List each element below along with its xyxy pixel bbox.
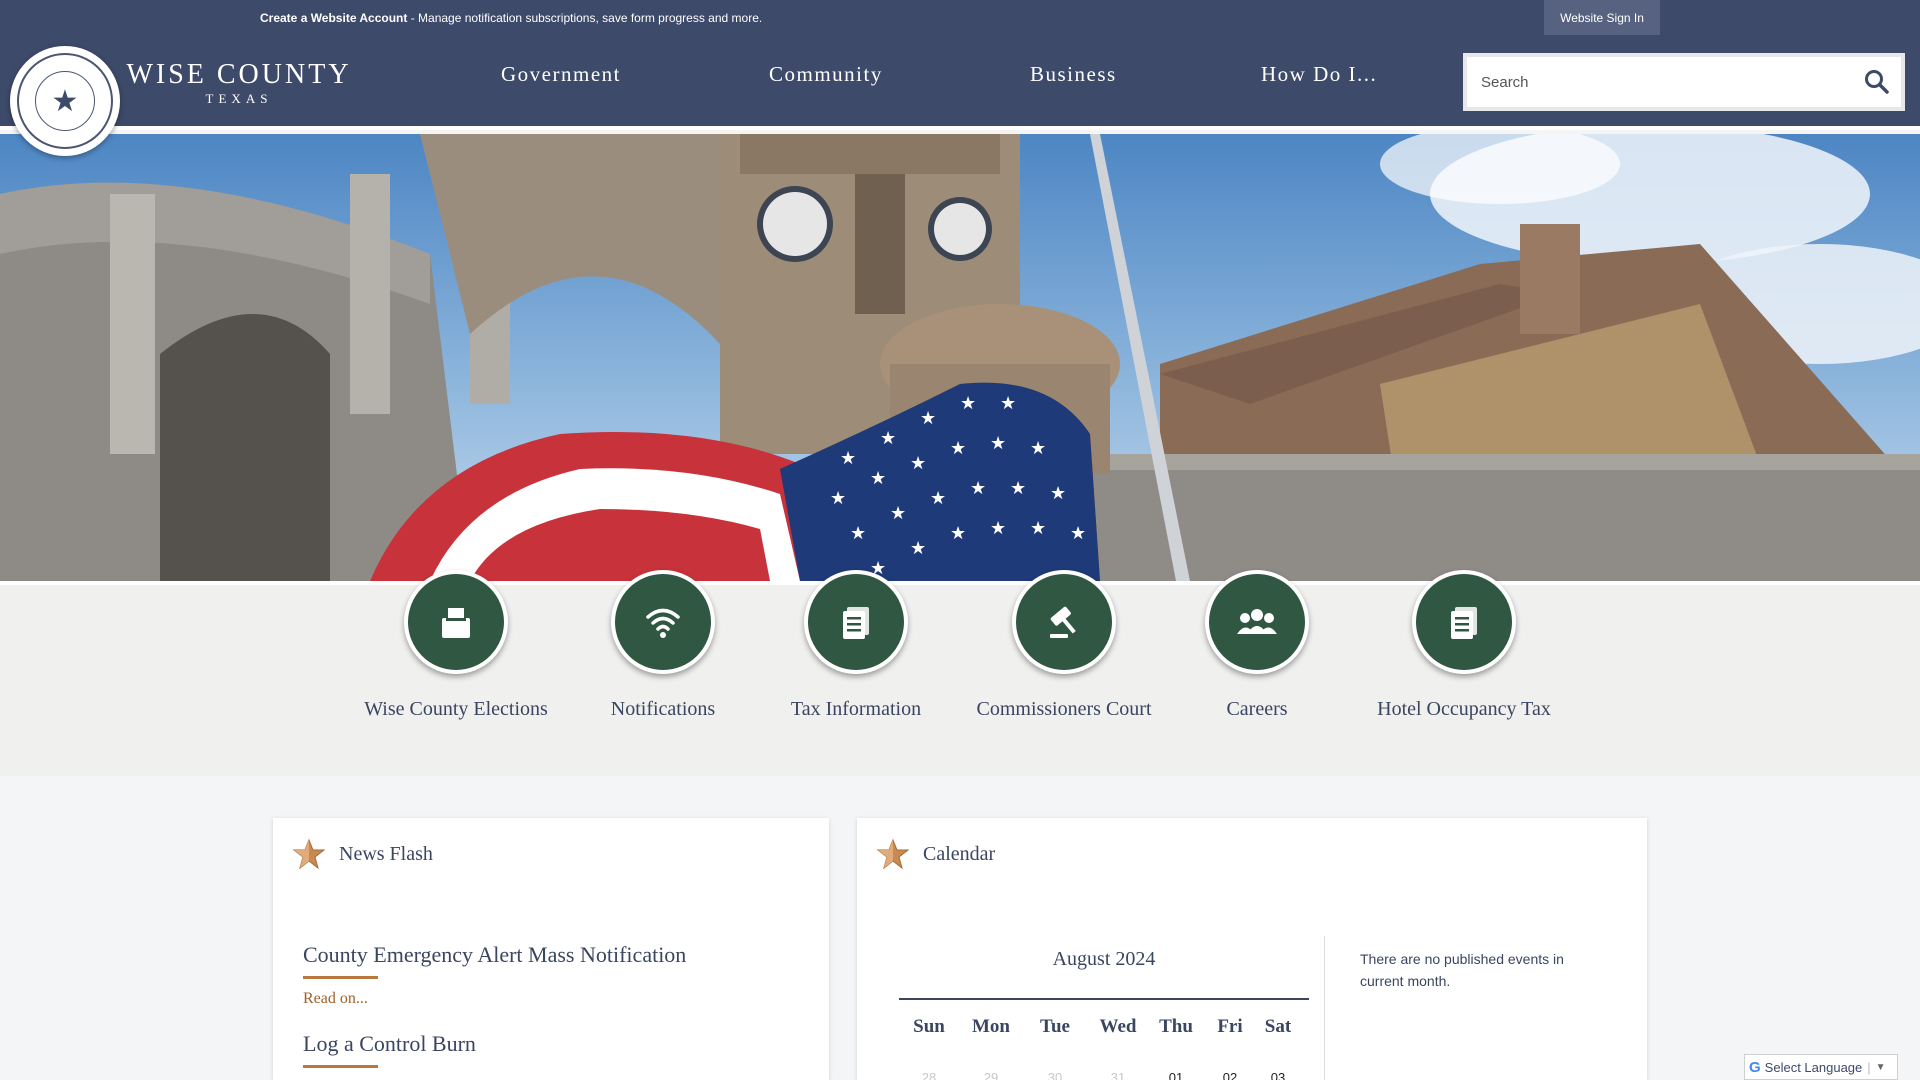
quick-link-label: Hotel Occupancy Tax	[1377, 698, 1551, 720]
quick-link-elections[interactable]: Wise County Elections	[356, 570, 556, 721]
calendar-day-headers: Sun Mon Tue Wed Thu Fri Sat	[899, 1016, 1309, 1040]
calendar-day-prev-month[interactable]: 28	[909, 1070, 949, 1080]
svg-text:★: ★	[880, 428, 896, 448]
wifi-icon	[611, 570, 715, 674]
svg-text:★: ★	[990, 518, 1006, 538]
svg-text:★: ★	[1050, 483, 1066, 503]
quick-link-tax-information[interactable]: Tax Information	[756, 570, 956, 721]
svg-text:★: ★	[1070, 523, 1086, 543]
calendar-day-prev-month[interactable]: 30	[1035, 1070, 1075, 1080]
svg-text:★: ★	[1010, 478, 1026, 498]
calendar-header: Calendar	[877, 838, 995, 870]
star-icon	[293, 838, 325, 870]
nav-how-do-i[interactable]: How Do I...	[1261, 62, 1377, 87]
google-icon: G	[1749, 1058, 1761, 1076]
utility-bar: Create a Website Account - Manage notifi…	[0, 0, 1920, 35]
svg-text:★: ★	[850, 523, 866, 543]
document-icon	[1412, 570, 1516, 674]
quick-link-careers[interactable]: Careers	[1157, 570, 1357, 721]
courthouse-flag-illustration: ★★★★ ★ ★★★★ ★ ★ ★★★ ★ ★ ★ ★★★ ★ ★ ★	[0, 134, 1920, 581]
language-selector[interactable]: G Select Language | ▼	[1744, 1054, 1898, 1080]
svg-text:★: ★	[1030, 438, 1046, 458]
news-item-underline	[303, 976, 378, 979]
calendar-day-prev-month[interactable]: 29	[971, 1070, 1011, 1080]
star-icon: ★	[35, 71, 95, 131]
search-icon[interactable]	[1853, 58, 1901, 106]
seal-outer-ring: ★	[17, 53, 113, 149]
calendar-day[interactable]: 01	[1156, 1070, 1196, 1080]
news-item-title[interactable]: Log a Control Burn	[303, 1031, 476, 1057]
news-flash-title: News Flash	[339, 842, 433, 865]
svg-text:★: ★	[910, 453, 926, 473]
nav-community[interactable]: Community	[769, 62, 883, 87]
calendar-day[interactable]: 02	[1210, 1070, 1250, 1080]
svg-text:★: ★	[890, 503, 906, 523]
calendar-card: Calendar August 2024 Sun Mon Tue Wed Thu…	[857, 818, 1647, 1080]
quick-links-band	[0, 581, 1920, 776]
quick-link-label: Careers	[1226, 698, 1288, 720]
main-nav: Government Community Business How Do I..…	[0, 62, 1420, 102]
news-flash-card: News Flash County Emergency Alert Mass N…	[273, 818, 829, 1080]
county-seal-logo[interactable]: ★	[10, 46, 120, 156]
day-header-sat: Sat	[1264, 1016, 1292, 1037]
day-header-wed: Wed	[1099, 1016, 1137, 1037]
day-header-mon: Mon	[972, 1016, 1010, 1037]
svg-text:★: ★	[870, 468, 886, 488]
svg-text:★: ★	[960, 393, 976, 413]
day-header-tue: Tue	[1040, 1016, 1070, 1037]
svg-text:★: ★	[1000, 393, 1016, 413]
quick-link-label: Commissioners Court	[976, 698, 1152, 720]
no-events-message: There are no published events in current…	[1360, 951, 1564, 989]
svg-text:★: ★	[840, 448, 856, 468]
day-header-sun: Sun	[913, 1016, 945, 1037]
search-input[interactable]	[1467, 58, 1853, 106]
news-item-underline	[303, 1065, 378, 1068]
news-flash-header: News Flash	[293, 838, 433, 870]
quick-link-notifications[interactable]: Notifications	[563, 570, 763, 721]
hero-image: ★ ★ ★ ★ ★ ★ ★ ★ ★ ★ ★ ★ ★ ★ ★ ★ ★ ★ ★ ★ ★ ★ ★	[0, 134, 1920, 581]
calendar-month: August 2024	[1052, 948, 1156, 970]
calendar-day-prev-month[interactable]: 31	[1098, 1070, 1138, 1080]
star-icon	[877, 838, 909, 870]
svg-text:★: ★	[950, 523, 966, 543]
quick-link-hotel-occupancy-tax[interactable]: Hotel Occupancy Tax	[1364, 570, 1564, 721]
chevron-down-icon: ▼	[1875, 1061, 1886, 1073]
svg-text:★: ★	[950, 438, 966, 458]
website-sign-in-button[interactable]: Website Sign In	[1544, 0, 1660, 35]
calendar-day[interactable]: 03	[1258, 1070, 1298, 1080]
quick-link-commissioners-court[interactable]: Commissioners Court	[964, 570, 1164, 721]
svg-text:★: ★	[970, 478, 986, 498]
news-item-title[interactable]: County Emergency Alert Mass Notification	[303, 942, 686, 968]
day-header-thu: Thu	[1159, 1016, 1193, 1037]
calendar-column-divider	[1324, 936, 1325, 1080]
read-on-link[interactable]: Read on...	[303, 990, 368, 1008]
svg-text:★: ★	[830, 488, 846, 508]
gavel-icon	[1012, 570, 1116, 674]
quick-link-label: Tax Information	[790, 698, 922, 720]
account-message: Create a Website Account - Manage notifi…	[260, 11, 762, 25]
svg-text:★: ★	[1030, 518, 1046, 538]
svg-text:★: ★	[930, 488, 946, 508]
svg-text:★: ★	[920, 408, 936, 428]
document-icon	[804, 570, 908, 674]
search-box	[1463, 53, 1905, 111]
ballot-box-icon	[404, 570, 508, 674]
calendar-divider	[899, 998, 1309, 1000]
nav-business[interactable]: Business	[1030, 62, 1117, 87]
language-separator: |	[1867, 1059, 1871, 1075]
language-label: Select Language	[1764, 1059, 1863, 1075]
calendar-title: Calendar	[923, 842, 996, 865]
svg-text:★: ★	[910, 538, 926, 558]
svg-text:★: ★	[990, 433, 1006, 453]
create-account-link[interactable]: Create a Website Account	[260, 11, 407, 25]
account-message-text: - Manage notification subscriptions, sav…	[407, 11, 763, 25]
quick-link-label: Wise County Elections	[364, 698, 548, 720]
quick-link-label: Notifications	[610, 698, 716, 720]
people-icon	[1205, 570, 1309, 674]
nav-government[interactable]: Government	[501, 62, 621, 87]
